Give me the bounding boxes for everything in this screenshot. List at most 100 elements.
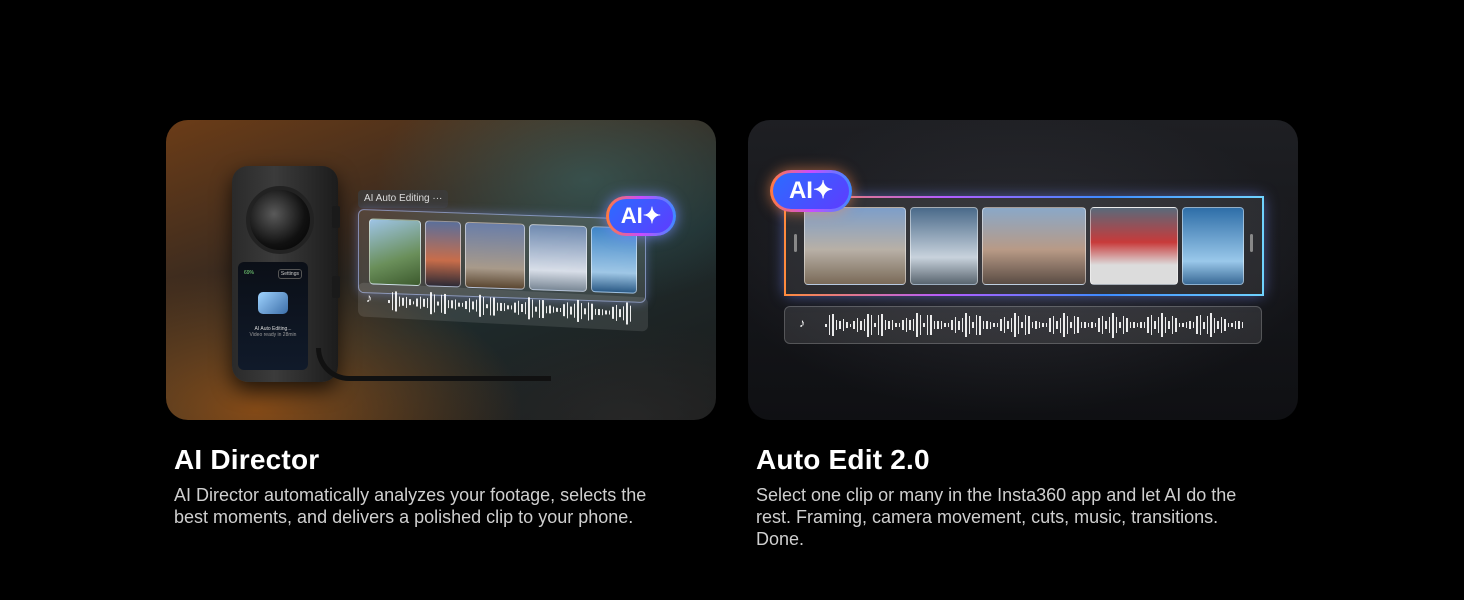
waveform-bar xyxy=(1038,322,1040,328)
waveform-bar xyxy=(1185,322,1187,328)
waveform-bar xyxy=(1140,321,1142,329)
waveform-bar xyxy=(1199,315,1201,335)
waveform-bar xyxy=(1231,323,1233,327)
waveform-bar xyxy=(1196,316,1198,334)
music-note-icon: ♪ xyxy=(366,290,372,306)
waveform-bar xyxy=(601,309,603,315)
waveform-bar xyxy=(954,317,956,333)
waveform-bar xyxy=(556,307,558,312)
waveform-bar xyxy=(926,315,928,335)
waveform-bar xyxy=(902,320,904,330)
waveform-bar xyxy=(867,313,869,337)
waveform-bar xyxy=(489,297,491,316)
waveform-bar xyxy=(1175,318,1177,332)
waveform-bar xyxy=(849,323,851,327)
waveform-bar xyxy=(884,320,886,330)
waveform-bar xyxy=(1052,316,1054,334)
waveform-bar xyxy=(475,299,477,312)
waveform-bar xyxy=(1045,322,1047,328)
auto-edit-card: AI✦ ♪ xyxy=(748,120,1298,420)
music-note-icon: ♪ xyxy=(799,316,805,330)
waveform-bar xyxy=(1056,320,1058,330)
waveform-bar xyxy=(577,299,579,323)
waveform-bar xyxy=(440,294,442,313)
waveform-bar xyxy=(1206,316,1208,334)
waveform-bar xyxy=(430,292,432,314)
waveform-bar xyxy=(1070,321,1072,329)
waveform-bar xyxy=(472,301,474,310)
waveform-bar xyxy=(842,319,844,331)
feature-title: AI Director xyxy=(174,444,320,475)
waveform-bar xyxy=(521,303,523,313)
settings-label: Settings xyxy=(277,269,302,279)
waveform-bar xyxy=(993,323,995,327)
waveform-bar xyxy=(996,323,998,327)
waveform-bar xyxy=(416,298,418,307)
waveform-bar xyxy=(1147,316,1149,334)
clip-thumbnail xyxy=(369,218,421,287)
waveform-bar xyxy=(951,319,953,331)
waveform-bar xyxy=(549,305,551,314)
waveform-bar xyxy=(968,315,970,335)
ai-badge: AI✦ xyxy=(770,170,852,212)
waveform-bar xyxy=(947,323,949,327)
waveform-bar xyxy=(552,306,554,314)
audio-waveform: ♪ xyxy=(784,306,1262,344)
waveform-bar xyxy=(1224,319,1226,331)
waveform-bar xyxy=(1122,316,1124,334)
clip-strip xyxy=(784,196,1264,296)
waveform-bar xyxy=(493,297,495,316)
waveform-bar xyxy=(591,303,593,320)
waveform-bar xyxy=(1098,317,1100,333)
waveform-bar xyxy=(975,315,977,335)
waveform-bar xyxy=(979,315,981,335)
waveform-bar xyxy=(905,317,907,333)
waveform-bar xyxy=(482,297,484,315)
waveform-bar xyxy=(1080,322,1082,328)
waveform-bar xyxy=(870,315,872,335)
waveform-bar xyxy=(454,299,456,310)
waveform-bar xyxy=(423,298,425,308)
waveform-bar xyxy=(563,304,565,316)
waveform-bar xyxy=(1024,315,1026,335)
waveform-bar xyxy=(405,296,407,308)
waveform-bar xyxy=(1108,317,1110,333)
waveform-bar xyxy=(542,300,544,318)
waveform-bar xyxy=(1136,322,1138,328)
waveform-bar xyxy=(863,319,865,331)
waveform-bar xyxy=(409,299,411,306)
waveform-bar xyxy=(528,297,530,320)
waveform-bar xyxy=(853,321,855,329)
waveform-bar xyxy=(1042,322,1044,328)
ai-sparkle-icon: AI✦ xyxy=(773,173,849,209)
waveform-bar xyxy=(874,323,876,327)
waveform-bar xyxy=(1087,323,1089,327)
waveform-bar xyxy=(1059,317,1061,333)
waveform-bar xyxy=(1164,317,1166,333)
waveform-bar xyxy=(524,301,526,315)
waveform-bar xyxy=(486,303,488,309)
waveform-bar xyxy=(559,308,561,312)
waveform-bar xyxy=(545,305,547,313)
waveform-bar xyxy=(1168,321,1170,329)
waveform-bar xyxy=(510,305,512,310)
waveform-bar xyxy=(898,323,900,327)
waveform-bar xyxy=(605,310,607,315)
waveform-bar xyxy=(587,302,589,321)
waveform-bar xyxy=(986,321,988,329)
waveform-bar xyxy=(1217,321,1219,329)
waveform-bar xyxy=(846,321,848,329)
waveform-bar xyxy=(468,298,470,313)
waveform-bar xyxy=(496,302,498,311)
waveform-bar xyxy=(1000,319,1002,331)
waveform-bar xyxy=(1182,322,1184,328)
waveform-bar xyxy=(1178,322,1180,328)
waveform-bar xyxy=(629,305,631,322)
waveform-bar xyxy=(912,318,914,332)
waveform-bar xyxy=(514,302,516,313)
camera-substatus-text: Video ready in 28min xyxy=(249,332,297,338)
waveform-bar xyxy=(828,315,830,335)
ai-editing-icon xyxy=(258,292,288,314)
waveform-bar xyxy=(1234,321,1236,329)
waveform-bar xyxy=(1203,321,1205,329)
